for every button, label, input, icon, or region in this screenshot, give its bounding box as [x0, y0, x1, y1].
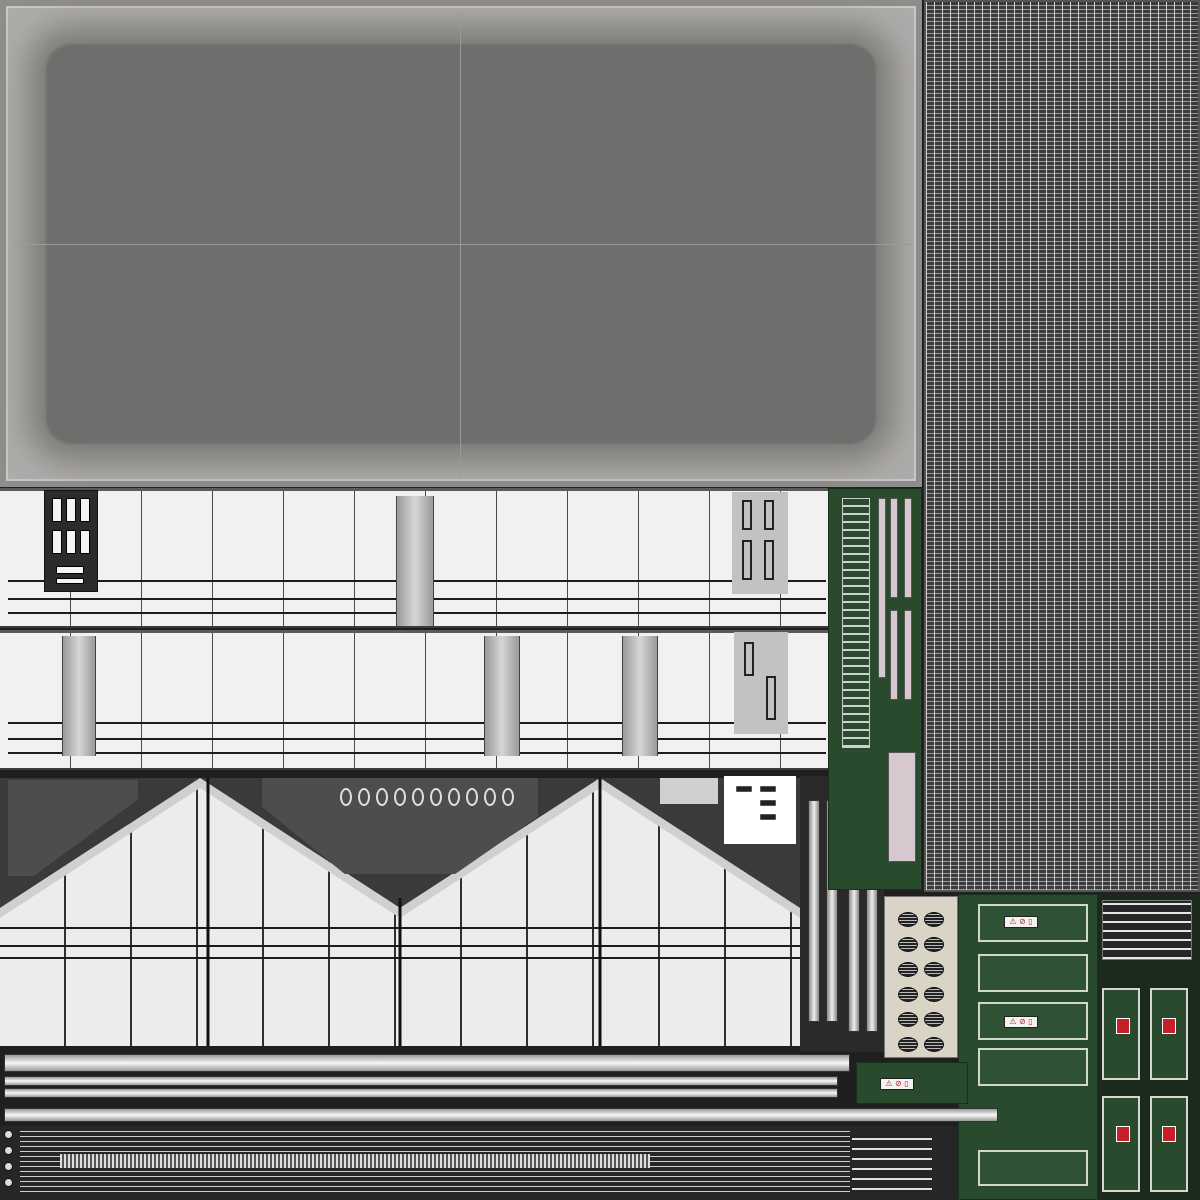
pipe: [808, 800, 820, 1022]
rail-bar: [890, 498, 898, 598]
electrical-box: [978, 954, 1088, 992]
vent-grille-icon: [660, 778, 718, 804]
cabinet-door: [1150, 1096, 1188, 1192]
louver-panel: [1102, 900, 1192, 960]
electrical-box: [978, 1150, 1088, 1186]
warning-sign-icon: [1116, 1126, 1130, 1142]
warning-sign-icon: ⚠ ⊘ ▯: [880, 1078, 914, 1090]
vent-hole-grid: [898, 912, 944, 1052]
horizontal-pipe: [4, 1054, 850, 1072]
rail-bar: [878, 498, 886, 678]
warning-sign-icon: [1116, 1018, 1130, 1034]
switch-panel-icon: [52, 530, 62, 554]
rail-bar: [904, 498, 912, 598]
switch-panel-icon: [56, 566, 84, 574]
bolt-icon: [4, 1178, 13, 1187]
switch-panel-icon: [66, 498, 76, 522]
slot: [760, 814, 776, 820]
warning-sign-icon: ⚠ ⊘ ▯: [1004, 916, 1038, 928]
switch-panel-icon: [66, 530, 76, 554]
slot: [736, 786, 752, 792]
warning-sign-icon: [1162, 1126, 1176, 1142]
facade-column: [484, 636, 520, 756]
glass-facade-middle: [0, 630, 828, 770]
rail-bar: [890, 610, 898, 700]
facade-column: [396, 496, 434, 626]
rail-bar: [904, 610, 912, 700]
hinge-icon: [766, 676, 776, 720]
metal-grating: [924, 0, 1200, 892]
facade-rail: [8, 752, 826, 754]
small-parts: [852, 1130, 932, 1190]
horizontal-pipe: [4, 1076, 838, 1086]
switch-panel-icon: [52, 498, 62, 522]
facade-rail: [8, 738, 826, 740]
cabinet-door: [1102, 988, 1140, 1080]
facade-rail: [8, 722, 826, 724]
slot: [760, 786, 776, 792]
warning-sign-icon: ⚠ ⊘ ▯: [1004, 1016, 1038, 1028]
switch-panel-icon: [56, 578, 84, 584]
vent-strip: [60, 1154, 650, 1168]
hinge-icon: [742, 500, 752, 530]
oval-indicator-row: [340, 788, 514, 806]
hinge-icon: [742, 540, 752, 580]
hinge-icon: [744, 642, 754, 676]
door-hardware-panel: [732, 492, 788, 594]
electrical-box: [978, 1048, 1088, 1086]
bolt-icon: [4, 1130, 13, 1139]
slab-joint-horizontal: [12, 244, 912, 245]
warning-sign-icon: [1162, 1018, 1176, 1034]
hinge-icon: [764, 540, 774, 580]
cabinet-door: [1102, 1096, 1140, 1192]
horizontal-pipe: [4, 1108, 998, 1122]
switch-panel-icon: [80, 530, 90, 554]
hinge-icon: [764, 500, 774, 530]
bolt-icon: [4, 1146, 13, 1155]
rail-bar: [888, 752, 916, 862]
cabinet-door: [1150, 988, 1188, 1080]
switch-panel-icon: [80, 498, 90, 522]
ladder-rungs: [842, 498, 870, 748]
slot: [760, 800, 776, 806]
horizontal-pipe: [4, 1088, 838, 1098]
facade-column: [62, 636, 96, 756]
bolt-icon: [4, 1162, 13, 1171]
door-hardware-panel: [734, 632, 788, 734]
facade-column: [622, 636, 658, 756]
